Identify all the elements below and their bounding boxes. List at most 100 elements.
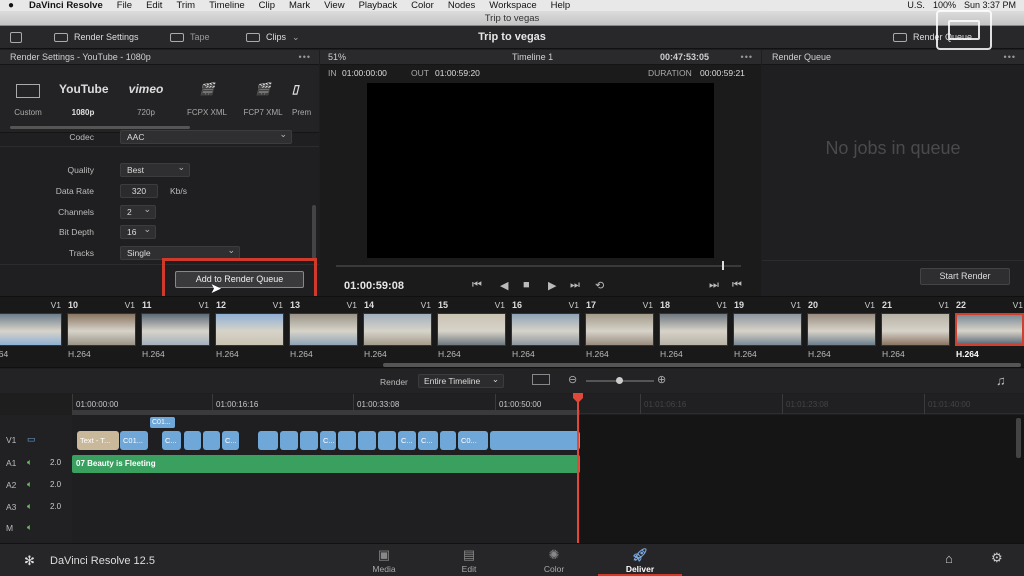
menu-color[interactable]: Color: [404, 0, 441, 11]
panel-toggle-button[interactable]: [10, 26, 22, 49]
video-clip[interactable]: C...: [162, 431, 181, 450]
data-rate-input[interactable]: 320: [120, 184, 158, 198]
quality-dropdown[interactable]: Best: [120, 161, 190, 177]
clips-button[interactable]: Clips ⌄: [246, 26, 300, 49]
more-options-icon[interactable]: •••: [299, 50, 311, 65]
clip-thumbnail[interactable]: 22 V1 H.264: [953, 297, 1024, 369]
clip-thumbnail[interactable]: 10 V1 H.264: [65, 297, 139, 369]
timeline-selector[interactable]: Timeline 1: [512, 50, 553, 65]
zoom-in-icon[interactable]: ⊕: [657, 373, 666, 386]
video-clip[interactable]: C...: [222, 431, 239, 450]
video-clip[interactable]: [280, 431, 298, 450]
zoom-dropdown[interactable]: 51%: [328, 52, 346, 62]
preset-custom[interactable]: Custom: [4, 82, 52, 117]
nav-edit[interactable]: ▤ Edit: [427, 543, 511, 576]
video-clip-v2[interactable]: C01...: [150, 417, 175, 428]
video-clip[interactable]: C...: [398, 431, 416, 450]
menu-clip[interactable]: Clip: [252, 0, 282, 11]
video-clip[interactable]: [203, 431, 220, 450]
menu-app-name[interactable]: DaVinci Resolve: [22, 0, 110, 11]
nav-color[interactable]: ✺ Color: [512, 543, 596, 576]
audio-meter-icon[interactable]: ♫: [996, 373, 1006, 388]
video-clip[interactable]: C01...: [120, 431, 148, 450]
clip-thumbnail[interactable]: 15 V1 H.264: [435, 297, 509, 369]
track-v1[interactable]: V1 ▭: [0, 431, 72, 452]
clip-thumbnail[interactable]: 18 V1 H.264: [657, 297, 731, 369]
more-options-icon[interactable]: •••: [1004, 50, 1016, 65]
track-a1[interactable]: A1 🔈︎ 2.0: [0, 454, 72, 475]
preset-youtube[interactable]: YouTube 1080p: [59, 82, 109, 117]
clip-thumbnail[interactable]: 14 V1 H.264: [361, 297, 435, 369]
video-clip[interactable]: [184, 431, 201, 450]
track-m[interactable]: M 🔈︎: [0, 519, 72, 540]
video-clip[interactable]: Text - T...: [77, 431, 119, 450]
clip-thumbnail[interactable]: 21 V1 H.264: [879, 297, 953, 369]
clip-thumbnail[interactable]: 20 V1 H.264: [805, 297, 879, 369]
video-clip[interactable]: [338, 431, 356, 450]
clip-thumbnail[interactable]: 17 V1 H.264: [583, 297, 657, 369]
nav-media[interactable]: ▣ Media: [342, 543, 426, 576]
go-to-start-icon[interactable]: ⏮: [472, 279, 482, 292]
speaker-icon[interactable]: 🔈︎: [27, 457, 32, 468]
zoom-out-icon[interactable]: ⊖: [568, 373, 577, 386]
video-clip[interactable]: C0...: [458, 431, 488, 450]
menu-help[interactable]: Help: [544, 0, 578, 11]
presets-scrollbar[interactable]: [10, 126, 190, 129]
render-settings-button[interactable]: Render Settings: [54, 26, 139, 49]
preset-vimeo[interactable]: vimeo 720p: [122, 82, 170, 117]
video-clip[interactable]: [258, 431, 278, 450]
bit-depth-dropdown[interactable]: 16: [120, 223, 156, 239]
timeline-view-icon[interactable]: [532, 374, 550, 385]
video-clip[interactable]: [378, 431, 396, 450]
clip-thumbnail[interactable]: 12 V1 H.264: [213, 297, 287, 369]
preset-premiere[interactable]: ▯ Prem: [292, 82, 318, 117]
video-clip[interactable]: C...: [320, 431, 336, 450]
clip-thumbnail[interactable]: 13 V1 H.264: [287, 297, 361, 369]
add-to-render-queue-button[interactable]: Add to Render Queue: [175, 271, 304, 288]
timeline-scrollbar[interactable]: [1016, 418, 1021, 458]
menu-trim[interactable]: Trim: [169, 0, 202, 11]
speaker-icon[interactable]: 🔈︎: [27, 501, 32, 512]
locale-indicator[interactable]: U.S.: [907, 0, 925, 11]
track-a3[interactable]: A3 🔈︎ 2.0: [0, 498, 72, 519]
clip-thumbnail[interactable]: V1 264: [0, 297, 65, 369]
channels-dropdown[interactable]: 2: [120, 203, 156, 219]
settings-scrollbar[interactable]: [312, 205, 316, 260]
next-edit-icon[interactable]: ⏭: [709, 279, 719, 292]
audio-clip-a1[interactable]: 07 Beauty is Fleeting: [72, 455, 580, 473]
codec-dropdown[interactable]: AAC: [120, 128, 292, 144]
video-clip[interactable]: [440, 431, 456, 450]
menu-view[interactable]: View: [317, 0, 351, 11]
step-back-icon[interactable]: ◀: [500, 279, 508, 292]
video-clip[interactable]: [358, 431, 376, 450]
go-to-end-icon[interactable]: ⏭: [570, 279, 580, 292]
menu-nodes[interactable]: Nodes: [441, 0, 482, 11]
menu-timeline[interactable]: Timeline: [202, 0, 252, 11]
menu-edit[interactable]: Edit: [139, 0, 169, 11]
track-a2[interactable]: A2 🔈︎ 2.0: [0, 476, 72, 497]
scrubber-bar[interactable]: [336, 265, 741, 267]
preset-fcpx-xml[interactable]: 🎬 FCPX XML: [183, 82, 231, 117]
render-range-dropdown[interactable]: Entire Timeline ⌄: [418, 374, 504, 388]
speaker-icon[interactable]: 🔈︎: [27, 479, 32, 490]
video-track-icon[interactable]: ▭: [27, 434, 36, 445]
home-icon[interactable]: ⌂: [945, 551, 953, 566]
gear-icon[interactable]: ⚙: [991, 550, 1003, 566]
stop-icon[interactable]: ■: [523, 279, 530, 291]
menu-workspace[interactable]: Workspace: [482, 0, 543, 11]
scrubber-handle[interactable]: [722, 261, 724, 270]
speaker-icon[interactable]: 🔈︎: [27, 522, 32, 533]
previous-edit-icon[interactable]: ⏮: [732, 279, 742, 292]
clip-thumbnail[interactable]: 19 V1 H.264: [731, 297, 805, 369]
tape-button[interactable]: Tape: [170, 26, 210, 49]
nav-deliver[interactable]: 🚀︎ Deliver: [598, 543, 682, 576]
video-clip[interactable]: C...: [418, 431, 438, 450]
video-clip[interactable]: [490, 431, 580, 450]
menu-mark[interactable]: Mark: [282, 0, 317, 11]
more-options-icon[interactable]: •••: [741, 50, 753, 65]
timeline-tracks-empty[interactable]: [580, 415, 1024, 543]
clip-thumbnail[interactable]: 16 V1 H.264: [509, 297, 583, 369]
loop-icon[interactable]: ⟲: [595, 279, 604, 292]
menu-file[interactable]: File: [110, 0, 139, 11]
clips-scrollbar[interactable]: [383, 363, 1021, 367]
